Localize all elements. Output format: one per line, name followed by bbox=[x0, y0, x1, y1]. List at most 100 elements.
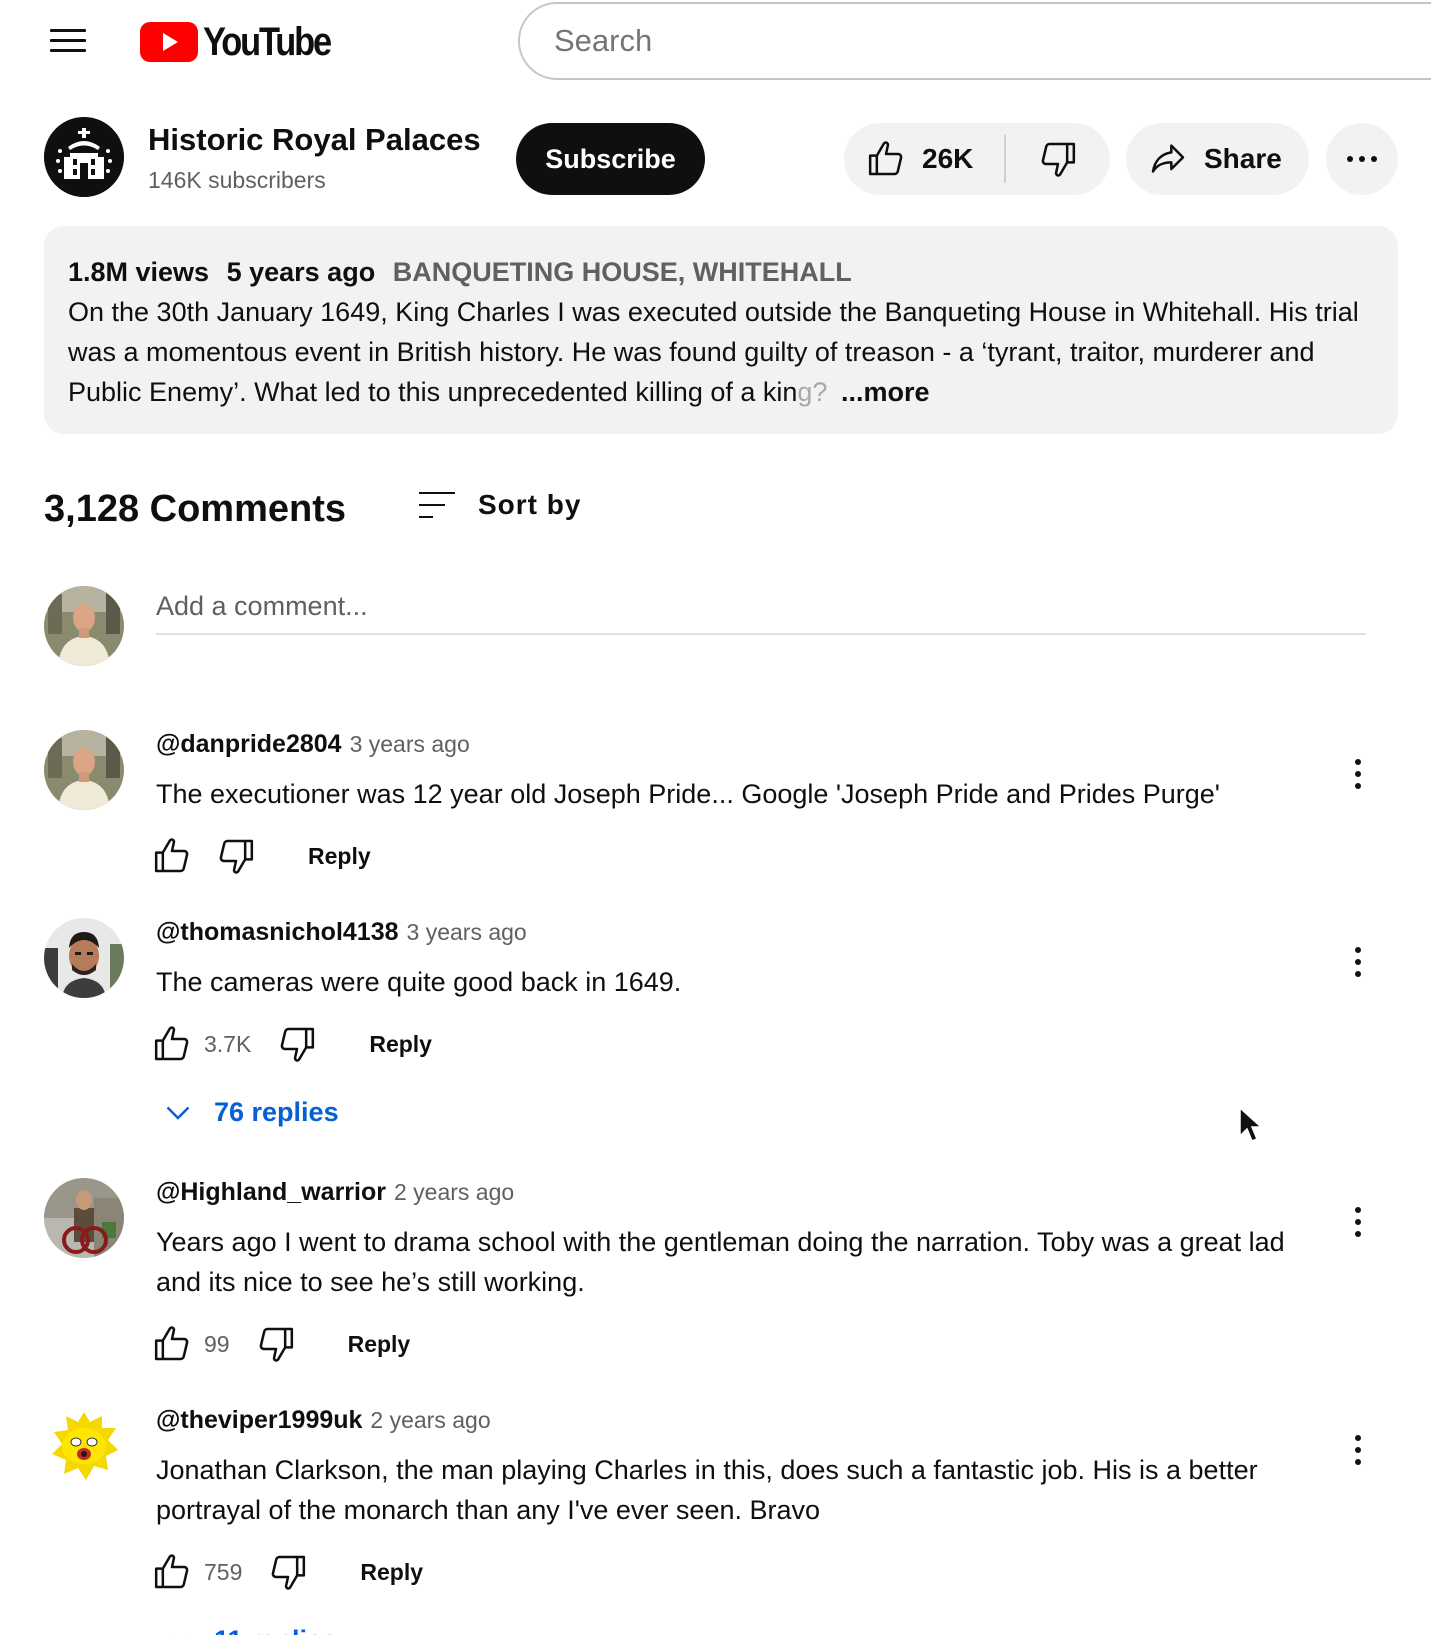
view-count: 1.8M views bbox=[68, 257, 210, 287]
replies-count: 11 replies bbox=[214, 1625, 337, 1635]
comment-header: @theviper1999uk 2 years ago bbox=[156, 1406, 491, 1442]
comment-avatar[interactable] bbox=[44, 730, 124, 810]
comment-author[interactable]: @danpride2804 bbox=[156, 730, 342, 759]
comment-author[interactable]: @thomasnichol4138 bbox=[156, 918, 399, 947]
comment-menu-button[interactable] bbox=[1340, 752, 1376, 796]
sort-by-label: Sort by bbox=[478, 489, 582, 520]
comment-like-count: 99 bbox=[204, 1330, 230, 1357]
description-fade: g? bbox=[797, 377, 828, 407]
like-button[interactable]: 26K bbox=[866, 123, 973, 195]
cartoon-avatar bbox=[44, 1406, 124, 1486]
description-meta: 1.8M views 5 years ago BANQUETING HOUSE,… bbox=[68, 252, 1374, 292]
share-button[interactable]: Share bbox=[1126, 123, 1309, 195]
location-link[interactable]: BANQUETING HOUSE, WHITEHALL bbox=[393, 257, 852, 287]
comment-text: Years ago I went to drama school with th… bbox=[156, 1227, 1285, 1297]
comment-dislike-button[interactable] bbox=[256, 1324, 296, 1364]
comment-like-count: 759 bbox=[204, 1558, 243, 1585]
chevron-down-icon bbox=[166, 1106, 190, 1120]
thumbs-down-icon bbox=[256, 1324, 296, 1364]
share-label: Share bbox=[1204, 143, 1282, 174]
search-input[interactable]: Search bbox=[518, 2, 1431, 80]
comment-avatar[interactable] bbox=[44, 1406, 124, 1486]
reply-button[interactable]: Reply bbox=[308, 843, 371, 870]
user-photo bbox=[44, 1178, 124, 1258]
thumbs-down-icon bbox=[216, 836, 256, 876]
comment-author[interactable]: @Highland_warrior bbox=[156, 1178, 386, 1207]
comments-count-title: 3,128 Comments bbox=[44, 488, 347, 530]
description-body: On the 30th January 1649, King Charles I… bbox=[68, 297, 1359, 407]
comment-avatar[interactable] bbox=[44, 1178, 124, 1258]
comment-text: The executioner was 12 year old Joseph P… bbox=[156, 779, 1220, 809]
hamburger-menu-button[interactable] bbox=[48, 24, 88, 56]
comment-like-button[interactable] bbox=[152, 1024, 192, 1064]
comment-actions: 99 Reply bbox=[152, 1322, 410, 1366]
comment-menu-button[interactable] bbox=[1340, 1200, 1376, 1244]
subscriber-count: 146K subscribers bbox=[148, 167, 326, 193]
description-text: On the 30th January 1649, King Charles I… bbox=[68, 292, 1368, 412]
thumbs-down-icon bbox=[268, 1552, 308, 1592]
mouse-cursor-icon bbox=[1239, 1106, 1263, 1142]
comment-timestamp[interactable]: 2 years ago bbox=[370, 1407, 490, 1434]
comment-dislike-button[interactable] bbox=[277, 1024, 317, 1064]
comment-menu-button[interactable] bbox=[1340, 940, 1376, 984]
thumbs-up-icon bbox=[152, 1552, 192, 1592]
comment-dislike-button[interactable] bbox=[268, 1552, 308, 1592]
subscribe-button[interactable]: Subscribe bbox=[516, 123, 705, 195]
divider bbox=[1004, 135, 1006, 183]
comment-timestamp[interactable]: 3 years ago bbox=[407, 919, 527, 946]
sort-by-button[interactable]: Sort by bbox=[418, 485, 581, 525]
video-description[interactable]: 1.8M views 5 years ago BANQUETING HOUSE,… bbox=[44, 226, 1398, 434]
youtube-logo[interactable]: YouTube bbox=[140, 20, 351, 64]
comment-actions: 759 Reply bbox=[152, 1550, 423, 1594]
thumbs-up-icon bbox=[152, 1024, 192, 1064]
reply-button[interactable]: Reply bbox=[369, 1031, 432, 1058]
thumbs-up-icon bbox=[866, 139, 906, 179]
logo-text: YouTube bbox=[203, 19, 332, 64]
user-photo bbox=[44, 586, 124, 666]
comment-header: @danpride2804 3 years ago bbox=[156, 730, 470, 766]
comment-timestamp[interactable]: 3 years ago bbox=[350, 731, 470, 758]
youtube-play-icon bbox=[140, 22, 198, 62]
comment-like-button[interactable] bbox=[152, 1552, 192, 1592]
replies-count: 76 replies bbox=[214, 1096, 339, 1127]
chevron-down-icon bbox=[168, 1634, 188, 1635]
show-more-link[interactable]: ...more bbox=[841, 377, 930, 407]
palace-crest-icon bbox=[44, 117, 124, 197]
reply-button[interactable]: Reply bbox=[348, 1331, 411, 1358]
thumbs-down-icon bbox=[1038, 139, 1078, 179]
comment-author[interactable]: @theviper1999uk bbox=[156, 1406, 362, 1435]
comment-actions: 3.7K Reply bbox=[152, 1022, 432, 1066]
like-dislike-group: 26K bbox=[844, 123, 1110, 195]
comment-header: @thomasnichol4138 3 years ago bbox=[156, 918, 527, 954]
like-count: 26K bbox=[922, 143, 974, 174]
channel-avatar[interactable] bbox=[44, 117, 124, 197]
view-replies-button[interactable]: 76 replies bbox=[160, 1090, 339, 1134]
comment-menu-button[interactable] bbox=[1340, 1428, 1376, 1472]
comment-timestamp[interactable]: 2 years ago bbox=[394, 1179, 514, 1206]
more-actions-button[interactable] bbox=[1326, 123, 1398, 195]
thumbs-down-icon bbox=[277, 1024, 317, 1064]
user-photo bbox=[44, 730, 124, 810]
top-bar: YouTube Search bbox=[0, 0, 1431, 84]
sort-icon bbox=[419, 492, 455, 518]
upload-date: 5 years ago bbox=[226, 257, 376, 287]
more-horizontal-icon bbox=[1347, 156, 1377, 162]
user-avatar bbox=[44, 586, 124, 666]
share-arrow-icon bbox=[1151, 144, 1185, 173]
comment-dislike-button[interactable] bbox=[216, 836, 256, 876]
channel-name[interactable]: Historic Royal Palaces bbox=[148, 122, 481, 158]
comment-text: The cameras were quite good back in 1649… bbox=[156, 967, 682, 997]
dislike-button[interactable] bbox=[1028, 123, 1088, 195]
comment-header: @Highland_warrior 2 years ago bbox=[156, 1178, 514, 1214]
comment-like-count: 3.7K bbox=[204, 1030, 252, 1057]
comment-avatar[interactable] bbox=[44, 918, 124, 998]
user-photo bbox=[44, 918, 124, 998]
view-replies-button[interactable]: 11 replies bbox=[160, 1618, 337, 1635]
comment-text: Jonathan Clarkson, the man playing Charl… bbox=[156, 1455, 1258, 1525]
comment-like-button[interactable] bbox=[152, 1324, 192, 1364]
thumbs-up-icon bbox=[152, 1324, 192, 1364]
reply-button[interactable]: Reply bbox=[360, 1559, 423, 1586]
comment-like-button[interactable] bbox=[152, 836, 192, 876]
thumbs-up-icon bbox=[152, 836, 192, 876]
add-comment-input[interactable]: Add a comment... bbox=[156, 585, 1366, 635]
